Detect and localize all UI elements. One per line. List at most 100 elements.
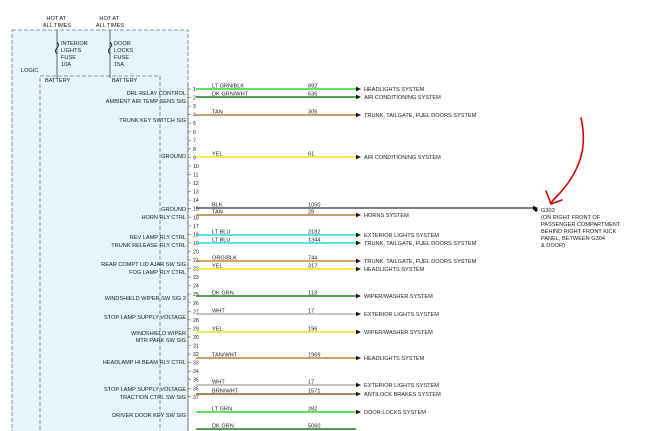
wire-color-label: DK GRN: [212, 290, 234, 296]
destination-system: HEADLIGHTS SYSTEM: [364, 356, 425, 362]
pin-number: 16: [193, 215, 199, 221]
signal-label: TRUNK KEY SWITCH SIG: [119, 118, 186, 124]
arrow-icon: [356, 258, 361, 264]
wires: LT GRN/BLK 8 9 2 HEADLIGHTS SYSTEM DK GRN/WHT…: [196, 83, 538, 430]
wire-color-label: LT BLU: [212, 237, 230, 243]
pin-number: 6: [193, 130, 196, 136]
destination-system: EXTERIOR LIGHTS SYSTEM: [364, 312, 439, 318]
circuit-number: 1969: [308, 352, 320, 358]
pin-number: 31: [193, 344, 199, 350]
pin-number: 28: [193, 318, 199, 324]
destination-system: HEADLIGHTS SYSTEM: [364, 267, 425, 273]
pin-number: 10: [193, 164, 199, 170]
destination-system: WIPER/WASHER SYSTEM: [364, 294, 433, 300]
circuit-number: 5060: [308, 423, 320, 429]
wire-color-label: TAN/WHT: [212, 352, 238, 358]
pin-number: 36: [193, 386, 199, 392]
pin-number: 30: [193, 335, 199, 341]
circuit-number: 2182: [308, 229, 320, 235]
battery-label-right: BATTERY: [112, 78, 138, 84]
pin-number: 37: [193, 395, 199, 401]
circuit-number: 305: [308, 109, 317, 115]
wire-color-label: ORG/BLK: [212, 255, 237, 261]
destination-system: HEADLIGHTS SYSTEM: [364, 87, 425, 93]
circuit-number: 282: [308, 406, 317, 412]
signal-label: HEADLAMP HI BEAM RLY CTRL: [103, 360, 186, 366]
circuit-number: 61: [308, 151, 314, 157]
pin-number: 7: [193, 138, 196, 144]
pin-number: 12: [193, 181, 199, 187]
pin-number: 2: [193, 96, 196, 102]
red-annotation-arrow: [545, 117, 585, 205]
wire-color-label: YEL: [212, 151, 223, 157]
arrow-icon: [356, 293, 361, 299]
wire-color-label: BLK: [212, 202, 223, 208]
pin-number: 19: [193, 241, 199, 247]
wire-28: TAN 28 HORNS SYSTEM: [196, 209, 409, 219]
pin-number: 8: [193, 147, 196, 153]
signal-label: DRIVER DOOR KEY SW SIG: [112, 413, 186, 419]
arrow-icon: [356, 232, 361, 238]
logic-label: LOGIC: [21, 68, 38, 74]
destination-system: TRUNK, TAILGATE, FUEL DOORS SYSTEM: [364, 113, 477, 119]
arrow-icon: [356, 212, 361, 218]
destination-system: ANTILOCK BRAKES SYSTEM: [364, 392, 441, 398]
arrow-icon: [356, 355, 361, 361]
wiring-diagram: HOT AT ALL TIMES HOT AT ALL TIMES INTERI…: [11, 16, 621, 431]
wire-744: ORG/BLK 744 TRUNK, TAILGATE, FUEL DOORS SY…: [196, 255, 477, 265]
circuit-number: 196: [308, 326, 317, 332]
pin-number: 9: [193, 155, 196, 161]
circuit-number: 744: [308, 255, 317, 261]
signal-label: WINDSHIELD WIPER SW SIG 2: [105, 296, 186, 302]
pin-number: 17: [193, 224, 199, 230]
wire-113: DK GRN 113 WIPER/WASHER SYSTEM: [196, 290, 433, 300]
arrow-icon: [356, 391, 361, 397]
circuit-number: 317: [308, 263, 317, 269]
destination-system: DOOR LOCKS SYSTEM: [364, 410, 426, 416]
wire-1571: BRN/WHT 1571 ANTILOCK BRAKES SYSTEM: [196, 388, 441, 398]
destination-system: HORNS SYSTEM: [364, 213, 409, 219]
wire-17: WHT 17 EXTERIOR LIGHTS SYSTEM: [196, 308, 439, 318]
signal-label: TRACTION CTRL SW SIG: [120, 395, 186, 401]
arrow-icon: [356, 154, 361, 160]
pin-number: 35: [193, 378, 199, 384]
signal-label: STOP LAMP SUPPLY VOLTAGE: [104, 387, 186, 393]
signal-label: REV LAMP RLY CTRL: [130, 235, 186, 241]
destination-system: EXTERIOR LIGHTS SYSTEM: [364, 233, 439, 239]
signal-label: WINDSHIELD WIPER: [131, 331, 186, 337]
destination-system: WIPER/WASHER SYSTEM: [364, 330, 433, 336]
destination-system: AIR CONDITIONING SYSTEM: [364, 155, 441, 161]
pin-number: 20: [193, 249, 199, 255]
pin-number: 13: [193, 190, 199, 196]
wire-color-label: DK GRN/WHT: [212, 91, 249, 97]
destination-system: AIR CONDITIONING SYSTEM: [364, 95, 441, 101]
circuit-number: 17: [308, 379, 314, 385]
circuit-number: 113: [308, 290, 317, 296]
connector-pins: 1234567891011121314151617181920212223242…: [188, 87, 199, 401]
signal-label: REAR COMPT LID AJAR SW SIG: [101, 262, 186, 268]
wire-color-label: WHT: [212, 379, 225, 385]
wire-196: YEL 196 WIPER/WASHER SYSTEM: [196, 326, 433, 336]
circuit-number: 1571: [308, 388, 320, 394]
pin-number: 23: [193, 275, 199, 281]
hot-at-all-times-label-2: HOT AT ALL TIMES: [96, 16, 125, 29]
wire-color-label: LT GRN/BLK: [212, 83, 244, 89]
signal-label: MTR PARK SW SIG: [136, 338, 186, 344]
pin-number: 26: [193, 301, 199, 307]
wire-5060: DK GRN 5060: [196, 423, 356, 430]
arrow-icon: [356, 94, 361, 100]
circuit-number: 636: [308, 91, 317, 97]
signal-label: TRUNK RELEASE RLY CTRL: [111, 243, 186, 249]
circuit-number: 17: [308, 308, 314, 314]
circuit-number: 28: [308, 209, 314, 215]
arrow-icon: [356, 240, 361, 246]
pin-number: 32: [193, 352, 199, 358]
arrow-icon: [356, 329, 361, 335]
wire-color-label: LT BLU: [212, 229, 230, 235]
destination-system: TRUNK, TAILGATE, FUEL DOORS SYSTEM: [364, 241, 477, 247]
circuit-number: 1344: [308, 237, 320, 243]
arrow-icon: [356, 409, 361, 415]
wire-61: YEL 61 AIR CONDITIONING SYSTEM: [196, 151, 441, 161]
pin-number: 25: [193, 292, 199, 298]
battery-label-left: BATTERY: [45, 78, 71, 84]
